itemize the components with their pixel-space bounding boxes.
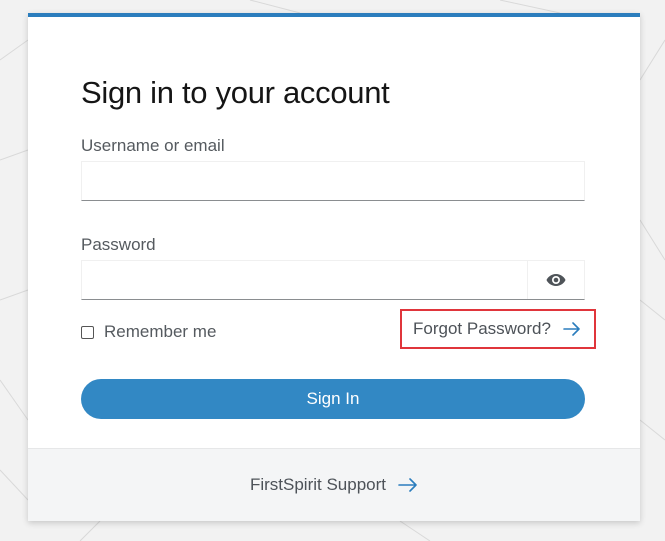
remember-me[interactable]: Remember me [81, 322, 216, 342]
remember-me-checkbox[interactable] [81, 325, 94, 339]
username-input[interactable] [81, 161, 585, 201]
password-field [81, 260, 585, 300]
card-footer: FirstSpirit Support [28, 448, 640, 521]
sign-in-button[interactable]: Sign In [81, 379, 585, 419]
login-card: Sign in to your account Username or emai… [28, 13, 640, 521]
eye-icon [546, 274, 566, 286]
support-link[interactable]: FirstSpirit Support [250, 475, 418, 495]
support-link-label: FirstSpirit Support [249, 475, 387, 494]
password-label: Password [81, 235, 156, 254]
password-input[interactable] [82, 261, 528, 299]
arrow-right-icon [563, 322, 581, 336]
page-title: Sign in to your account [81, 75, 390, 110]
arrow-right-icon [398, 478, 418, 492]
forgot-password-label: Forgot Password? [413, 319, 551, 338]
remember-me-label: Remember me [104, 322, 217, 341]
username-label: Username or email [81, 136, 225, 155]
show-password-button[interactable] [527, 261, 584, 299]
forgot-password-link[interactable]: Forgot Password? [400, 309, 596, 349]
